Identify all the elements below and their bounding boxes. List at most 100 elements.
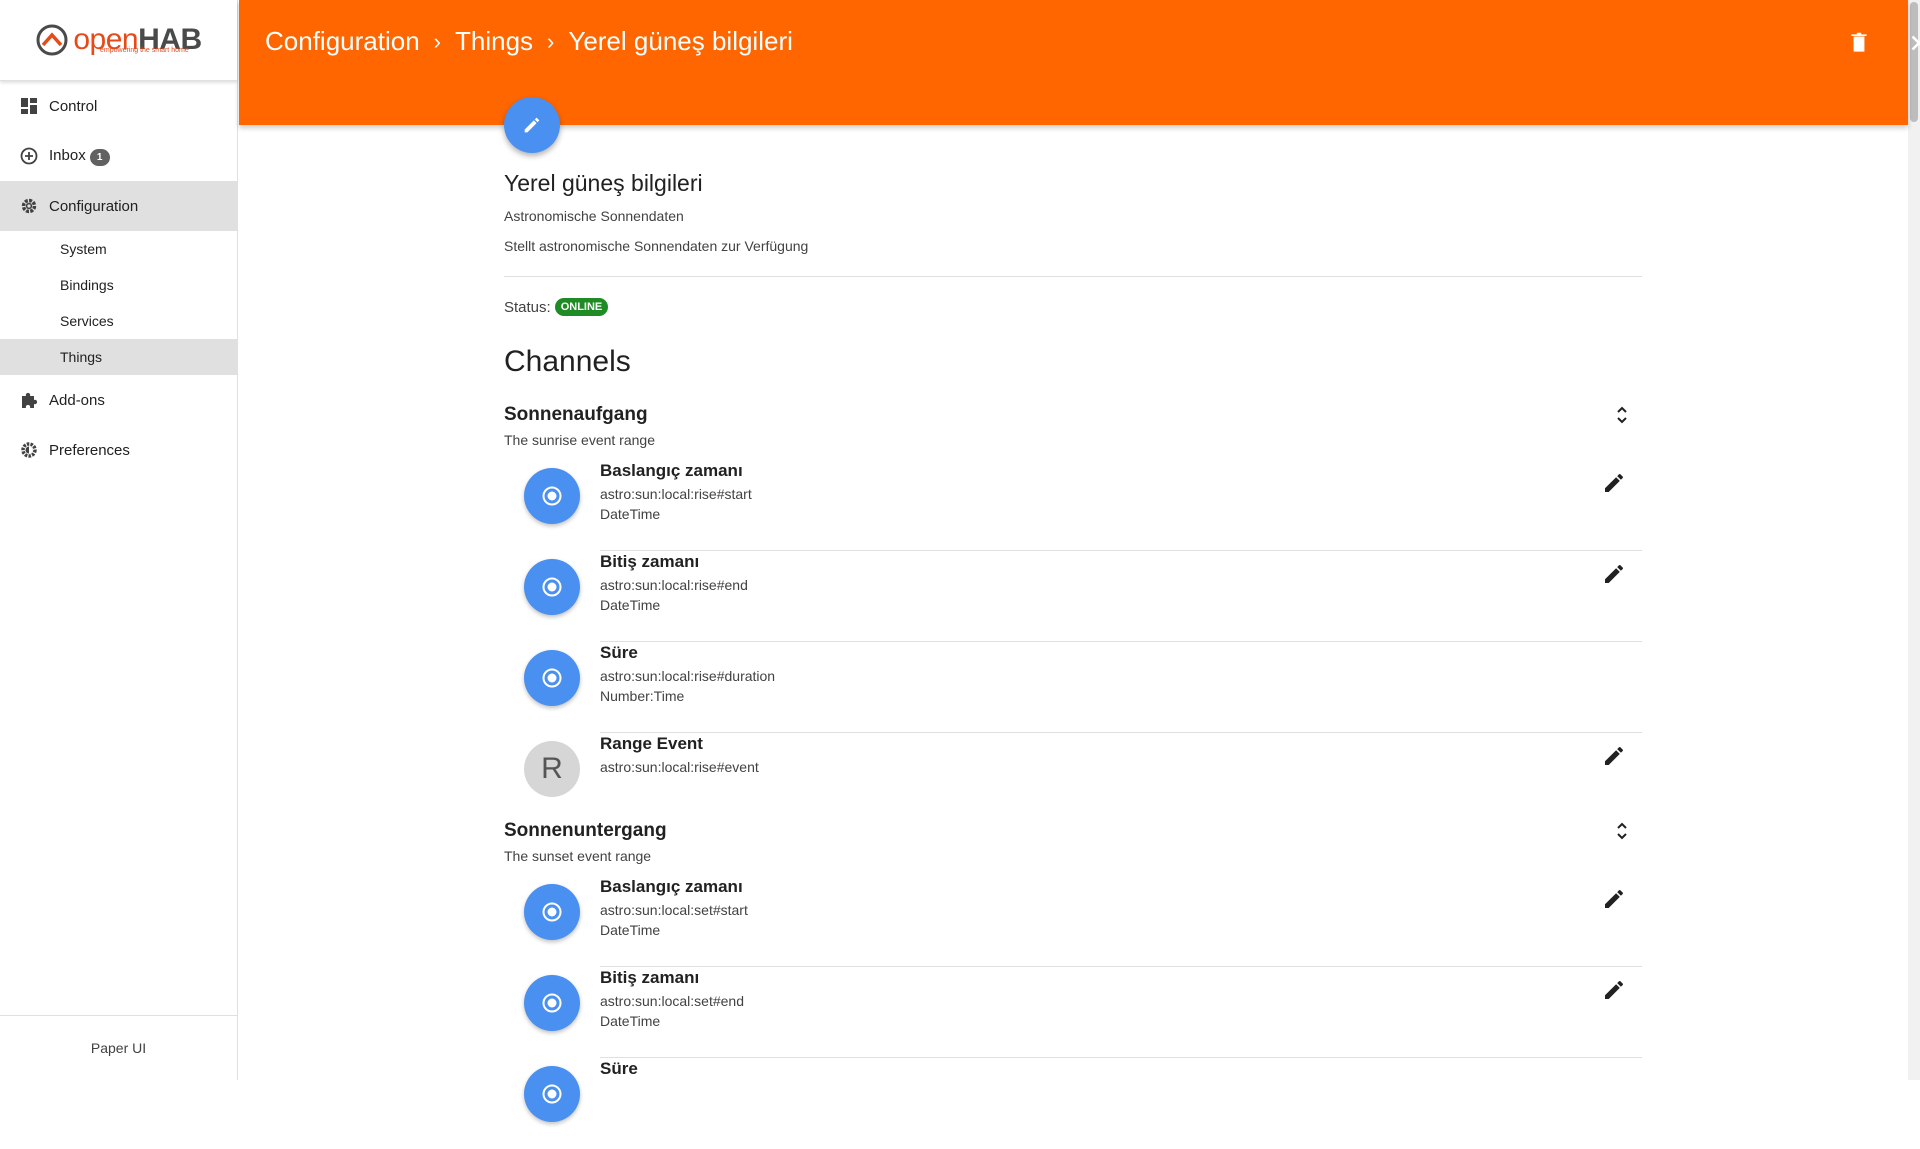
channel-item[interactable]: Baslangıç zamanı astro:sun:local:set#sta… — [504, 877, 1642, 967]
channel-item[interactable]: Bitiş zamanı astro:sun:local:rise#end Da… — [504, 552, 1642, 642]
channel-group-description: The sunrise event range — [504, 432, 655, 448]
inbox-count-badge: 1 — [89, 148, 110, 166]
dashboard-icon — [21, 98, 37, 114]
collapse-icon[interactable] — [1612, 820, 1632, 842]
channel-item[interactable]: R Range Event astro:sun:local:rise#event — [504, 734, 1642, 824]
delete-icon[interactable] — [1846, 30, 1872, 56]
channel-item[interactable]: Baslangıç zamanı astro:sun:local:rise#st… — [504, 461, 1642, 551]
sidebar-item-inbox[interactable]: Inbox 1 — [0, 131, 237, 181]
edit-icon[interactable] — [1602, 978, 1626, 1002]
channel-link-button[interactable] — [524, 884, 580, 940]
app-header: Configuration › Things › Yerel güneş bil… — [239, 0, 1920, 125]
edit-icon[interactable] — [1602, 471, 1626, 495]
app-logo[interactable]: openHAB empowering the smart home — [0, 0, 237, 81]
divider — [600, 1057, 1642, 1058]
channel-name: Süre — [600, 643, 638, 662]
edit-icon[interactable] — [1602, 887, 1626, 911]
channel-letter-avatar[interactable]: R — [524, 741, 580, 797]
pencil-icon — [524, 117, 540, 133]
breadcrumb-configuration[interactable]: Configuration — [265, 26, 420, 57]
edit-icon[interactable] — [1602, 744, 1626, 768]
sidebar-item-label: Inbox — [49, 146, 86, 164]
scrollbar[interactable] — [1908, 0, 1920, 1080]
channel-uid: astro:sun:local:set#start — [600, 902, 748, 918]
radio-checked-icon — [542, 1084, 562, 1104]
sidebar-footer: Paper UI — [0, 1015, 237, 1080]
thing-description: Stellt astronomische Sonnendaten zur Ver… — [504, 238, 809, 254]
sidebar-item-label: Configuration — [49, 197, 139, 215]
channel-name: Range Event — [600, 734, 703, 753]
divider — [600, 966, 1642, 967]
sidebar-item-configuration[interactable]: Configuration — [0, 181, 237, 231]
breadcrumb: Configuration › Things › Yerel güneş bil… — [265, 26, 793, 57]
channel-uid: astro:sun:local:rise#event — [600, 759, 759, 775]
radio-checked-icon — [542, 577, 562, 597]
channel-uid: astro:sun:local:rise#start — [600, 486, 752, 502]
channel-name: Süre — [600, 1059, 638, 1078]
radio-checked-icon — [542, 993, 562, 1013]
radio-checked-icon — [542, 668, 562, 688]
sidebar: openHAB empowering the smart home Contro… — [0, 0, 238, 1080]
channel-group-description: The sunset event range — [504, 848, 652, 864]
sidebar-subitem-bindings[interactable]: Bindings — [0, 267, 237, 303]
logo-tagline: empowering the smart home — [100, 47, 189, 54]
breadcrumb-current: Yerel güneş bilgileri — [568, 26, 793, 56]
scrollbar-thumb[interactable] — [1910, 2, 1918, 122]
channel-item[interactable]: Süre astro:sun:local:rise#duration Numbe… — [504, 643, 1642, 733]
thing-title: Yerel güneş bilgileri — [504, 170, 703, 196]
edit-thing-button[interactable] — [504, 97, 560, 153]
edit-icon[interactable] — [1602, 562, 1626, 586]
sidebar-item-label: Preferences — [49, 441, 130, 459]
channel-name: Bitiş zamanı — [600, 968, 700, 987]
channels-heading: Channels — [504, 345, 631, 378]
channel-link-button[interactable] — [524, 1066, 580, 1122]
channel-link-button[interactable] — [524, 975, 580, 1031]
sidebar-subitem-system[interactable]: System — [0, 231, 237, 267]
collapse-icon[interactable] — [1612, 404, 1632, 426]
add-circle-icon — [20, 147, 38, 165]
channel-name: Baslangıç zamanı — [600, 877, 743, 896]
channel-type: DateTime — [600, 597, 661, 613]
puzzle-icon — [22, 392, 38, 408]
divider — [600, 732, 1642, 733]
brightness-icon — [21, 442, 37, 458]
sidebar-item-control[interactable]: Control — [0, 81, 237, 131]
sidebar-item-preferences[interactable]: Preferences — [0, 425, 237, 475]
channel-link-button[interactable] — [524, 559, 580, 615]
channel-uid: astro:sun:local:rise#duration — [600, 668, 776, 684]
channel-type: Number:Time — [600, 688, 685, 704]
divider — [504, 276, 1642, 277]
breadcrumb-things[interactable]: Things — [455, 26, 533, 57]
sidebar-item-addons[interactable]: Add-ons — [0, 375, 237, 425]
channel-link-button[interactable] — [524, 650, 580, 706]
thing-type-label: Astronomische Sonnendaten — [504, 208, 684, 224]
breadcrumb-separator: › — [547, 28, 555, 54]
sidebar-subitem-things[interactable]: Things — [0, 339, 237, 375]
gear-icon — [21, 198, 37, 214]
close-icon[interactable] — [1906, 30, 1920, 56]
status-badge: ONLINE — [554, 298, 609, 316]
sidebar-item-label: Add-ons — [49, 391, 105, 409]
sidebar-item-label: Control — [49, 97, 98, 115]
channel-type: DateTime — [600, 506, 661, 522]
channel-name: Baslangıç zamanı — [600, 461, 743, 480]
channel-type: DateTime — [600, 1013, 661, 1029]
breadcrumb-separator: › — [433, 28, 441, 54]
status-row: Status: ONLINE — [504, 298, 609, 316]
status-label: Status: — [504, 298, 551, 316]
channel-type: DateTime — [600, 922, 661, 938]
channel-group-title: Sonnenuntergang — [504, 820, 667, 841]
openhab-logo-icon — [36, 24, 68, 56]
channel-uid: astro:sun:local:set#end — [600, 993, 744, 1009]
radio-checked-icon — [542, 486, 562, 506]
channel-name: Bitiş zamanı — [600, 552, 700, 571]
channel-item[interactable]: Süre — [504, 1059, 1642, 1149]
divider — [600, 550, 1642, 551]
channel-uid: astro:sun:local:rise#end — [600, 577, 748, 593]
sidebar-subitem-services[interactable]: Services — [0, 303, 237, 339]
radio-checked-icon — [542, 902, 562, 922]
divider — [600, 641, 1642, 642]
channel-group-title: Sonnenaufgang — [504, 404, 648, 425]
channel-item[interactable]: Bitiş zamanı astro:sun:local:set#end Dat… — [504, 968, 1642, 1058]
channel-link-button[interactable] — [524, 468, 580, 524]
